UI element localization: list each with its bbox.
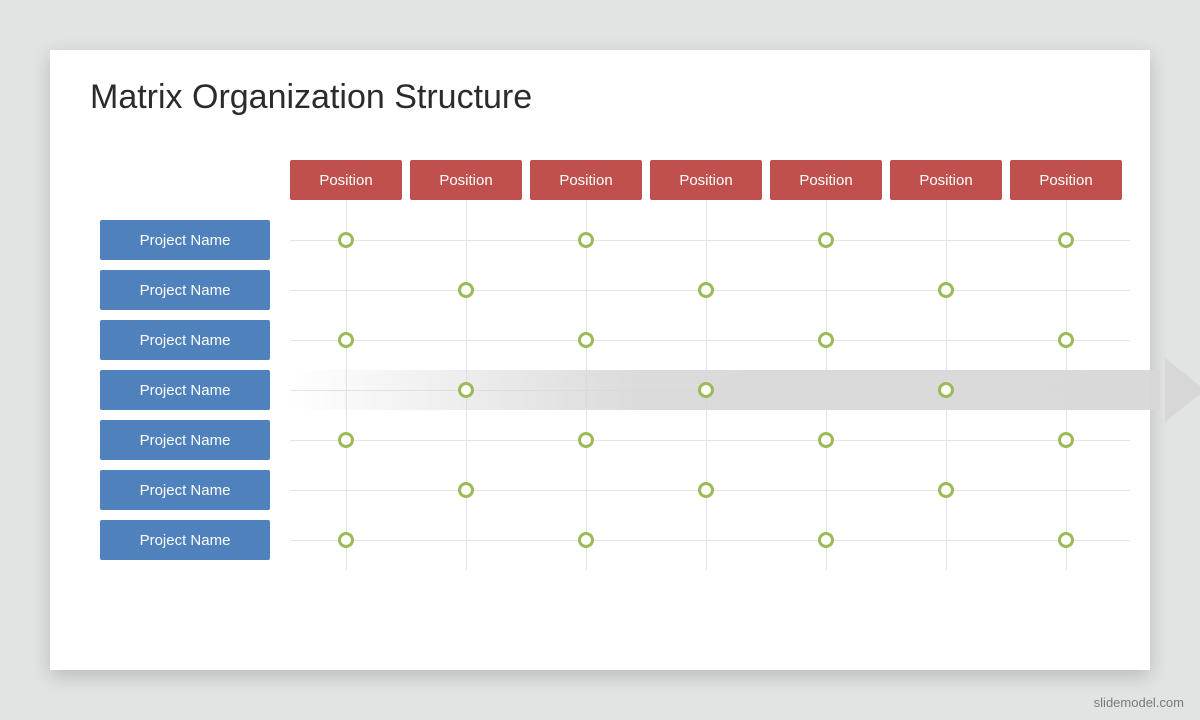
marker-icon [938, 482, 954, 498]
marker-icon [818, 432, 834, 448]
column-header: Position [290, 160, 402, 200]
column-header: Position [770, 160, 882, 200]
row-header: Project Name [100, 520, 270, 560]
marker-icon [338, 432, 354, 448]
marker-icon [578, 232, 594, 248]
row-header: Project Name [100, 320, 270, 360]
marker-icon [458, 482, 474, 498]
row-header: Project Name [100, 470, 270, 510]
column-header: Position [890, 160, 1002, 200]
marker-icon [698, 282, 714, 298]
marker-icon [458, 382, 474, 398]
column-header: Position [530, 160, 642, 200]
row-header: Project Name [100, 370, 270, 410]
marker-icon [338, 232, 354, 248]
row-header: Project Name [100, 270, 270, 310]
marker-icon [698, 482, 714, 498]
slide-title: Matrix Organization Structure [90, 78, 532, 117]
arrow-head-icon [1165, 358, 1200, 422]
marker-icon [818, 532, 834, 548]
marker-icon [578, 432, 594, 448]
marker-icon [338, 532, 354, 548]
column-header: Position [650, 160, 762, 200]
highlight-arrow [290, 370, 1200, 410]
grid-hline [290, 340, 1130, 341]
column-header: Position [410, 160, 522, 200]
row-header: Project Name [100, 220, 270, 260]
grid-hline [290, 440, 1130, 441]
grid-hline [290, 540, 1130, 541]
marker-icon [1058, 232, 1074, 248]
marker-icon [1058, 332, 1074, 348]
column-headers: Position Position Position Position Posi… [290, 160, 1122, 200]
marker-icon [338, 332, 354, 348]
marker-icon [1058, 432, 1074, 448]
marker-icon [818, 332, 834, 348]
column-header: Position [1010, 160, 1122, 200]
marker-icon [578, 332, 594, 348]
row-header: Project Name [100, 420, 270, 460]
attribution-text: slidemodel.com [1094, 695, 1184, 710]
grid-hline [290, 240, 1130, 241]
marker-icon [698, 382, 714, 398]
row-headers: Project Name Project Name Project Name P… [100, 220, 270, 560]
marker-icon [458, 282, 474, 298]
slide-canvas: Matrix Organization Structure Position P… [50, 50, 1150, 670]
marker-icon [578, 532, 594, 548]
marker-icon [938, 382, 954, 398]
marker-icon [818, 232, 834, 248]
marker-icon [1058, 532, 1074, 548]
arrow-body [290, 370, 1160, 410]
marker-icon [938, 282, 954, 298]
